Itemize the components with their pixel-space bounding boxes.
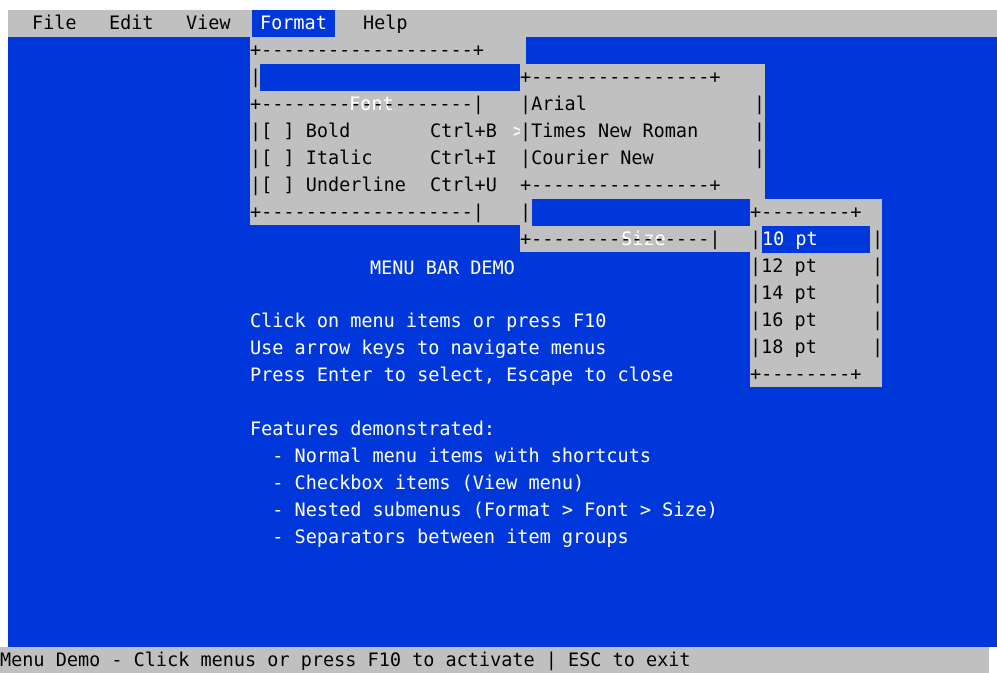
- menu-border: +-------------------|: [250, 202, 484, 223]
- menu-separator: +-------------------|: [250, 94, 484, 115]
- feature-item: - Normal menu items with shortcuts: [250, 446, 651, 467]
- menu-border: +--------+: [750, 202, 862, 223]
- menu-border: +----------------+: [520, 67, 721, 88]
- menu-border-right: |: [872, 229, 884, 250]
- size-item-16[interactable]: |16 pt |: [750, 307, 883, 334]
- checkbox[interactable]: [ ]: [261, 148, 294, 169]
- menu-item-label: 18 pt: [761, 337, 817, 358]
- shortcut-label: Ctrl+U: [430, 175, 497, 196]
- feature-item: - Checkbox items (View menu): [250, 473, 585, 494]
- instruction-line: Press Enter to select, Escape to close: [250, 365, 674, 386]
- checkbox[interactable]: [ ]: [261, 121, 294, 142]
- size-item-18[interactable]: |18 pt |: [750, 334, 883, 361]
- menu-item-font[interactable]: Font >: [260, 64, 526, 142]
- menu-item-label: 14 pt: [761, 283, 817, 304]
- instruction-line: Use arrow keys to navigate menus: [250, 338, 607, 359]
- menu-bar: File Edit View Format Help: [8, 10, 997, 37]
- menu-item-label: Bold: [305, 121, 351, 142]
- size-submenu: +--------+ | 10 pt | |12 pt | |14 pt | |16…: [750, 199, 884, 387]
- menu-item-label: Arial: [531, 94, 587, 115]
- font-item-arial[interactable]: |Arial |: [520, 91, 765, 118]
- menu-item-label: Times New Roman: [531, 121, 699, 142]
- size-item-10[interactable]: 10 pt: [762, 226, 870, 253]
- features-heading: Features demonstrated:: [250, 419, 496, 440]
- menu-edit[interactable]: Edit: [109, 10, 154, 37]
- menu-border-left: |: [750, 229, 762, 250]
- menu-item-underline[interactable]: |[ ] Underline Ctrl+U: [250, 172, 526, 199]
- menu-item-italic[interactable]: |[ ] Italic Ctrl+I: [250, 145, 526, 172]
- instruction-line: Click on menu items or press F10: [250, 311, 607, 332]
- menu-border-left: |: [520, 202, 532, 223]
- menu-item-label: Courier New: [531, 148, 654, 169]
- checkbox[interactable]: [ ]: [261, 175, 294, 196]
- font-item-courier[interactable]: |Courier New |: [520, 145, 765, 172]
- feature-item: - Nested submenus (Format > Font > Size): [250, 500, 718, 521]
- desktop: MENU BAR DEMO Click on menu items or pre…: [8, 37, 997, 647]
- menu-item-label: 12 pt: [761, 256, 817, 277]
- menu-item-label: Italic: [305, 148, 373, 169]
- format-menu: +-------------------+ | Font > +--------…: [250, 37, 526, 225]
- terminal-screen: File Edit View Format Help MENU BAR DEMO…: [0, 0, 997, 673]
- menu-border: +----------------|: [520, 229, 721, 250]
- font-item-times[interactable]: |Times New Roman |: [520, 118, 765, 145]
- page-title: MENU BAR DEMO: [370, 258, 515, 279]
- menu-separator: +----------------+: [520, 175, 721, 196]
- menu-item-size[interactable]: Size >: [532, 199, 765, 277]
- menu-item-bold[interactable]: |[ ] Bold Ctrl+B: [250, 118, 526, 145]
- font-submenu: +----------------+ |Arial | |Times New Ro…: [520, 64, 765, 277]
- menu-item-label: Underline: [305, 175, 406, 196]
- menu-help[interactable]: Help: [363, 10, 408, 37]
- size-item-12[interactable]: |12 pt |: [750, 253, 883, 280]
- shortcut-label: Ctrl+I: [430, 148, 497, 169]
- menu-view[interactable]: View: [186, 10, 231, 37]
- shortcut-label: Ctrl+B: [430, 121, 497, 142]
- feature-item: - Separators between item groups: [250, 527, 629, 548]
- menu-item-label: 16 pt: [761, 310, 817, 331]
- menu-border: +-------------------+: [250, 40, 484, 61]
- menu-format[interactable]: Format: [252, 10, 335, 37]
- menu-file[interactable]: File: [32, 10, 77, 37]
- status-bar: Menu Demo - Click menus or press F10 to …: [0, 647, 989, 673]
- menu-border: +--------+: [750, 364, 862, 385]
- size-item-14[interactable]: |14 pt |: [750, 280, 883, 307]
